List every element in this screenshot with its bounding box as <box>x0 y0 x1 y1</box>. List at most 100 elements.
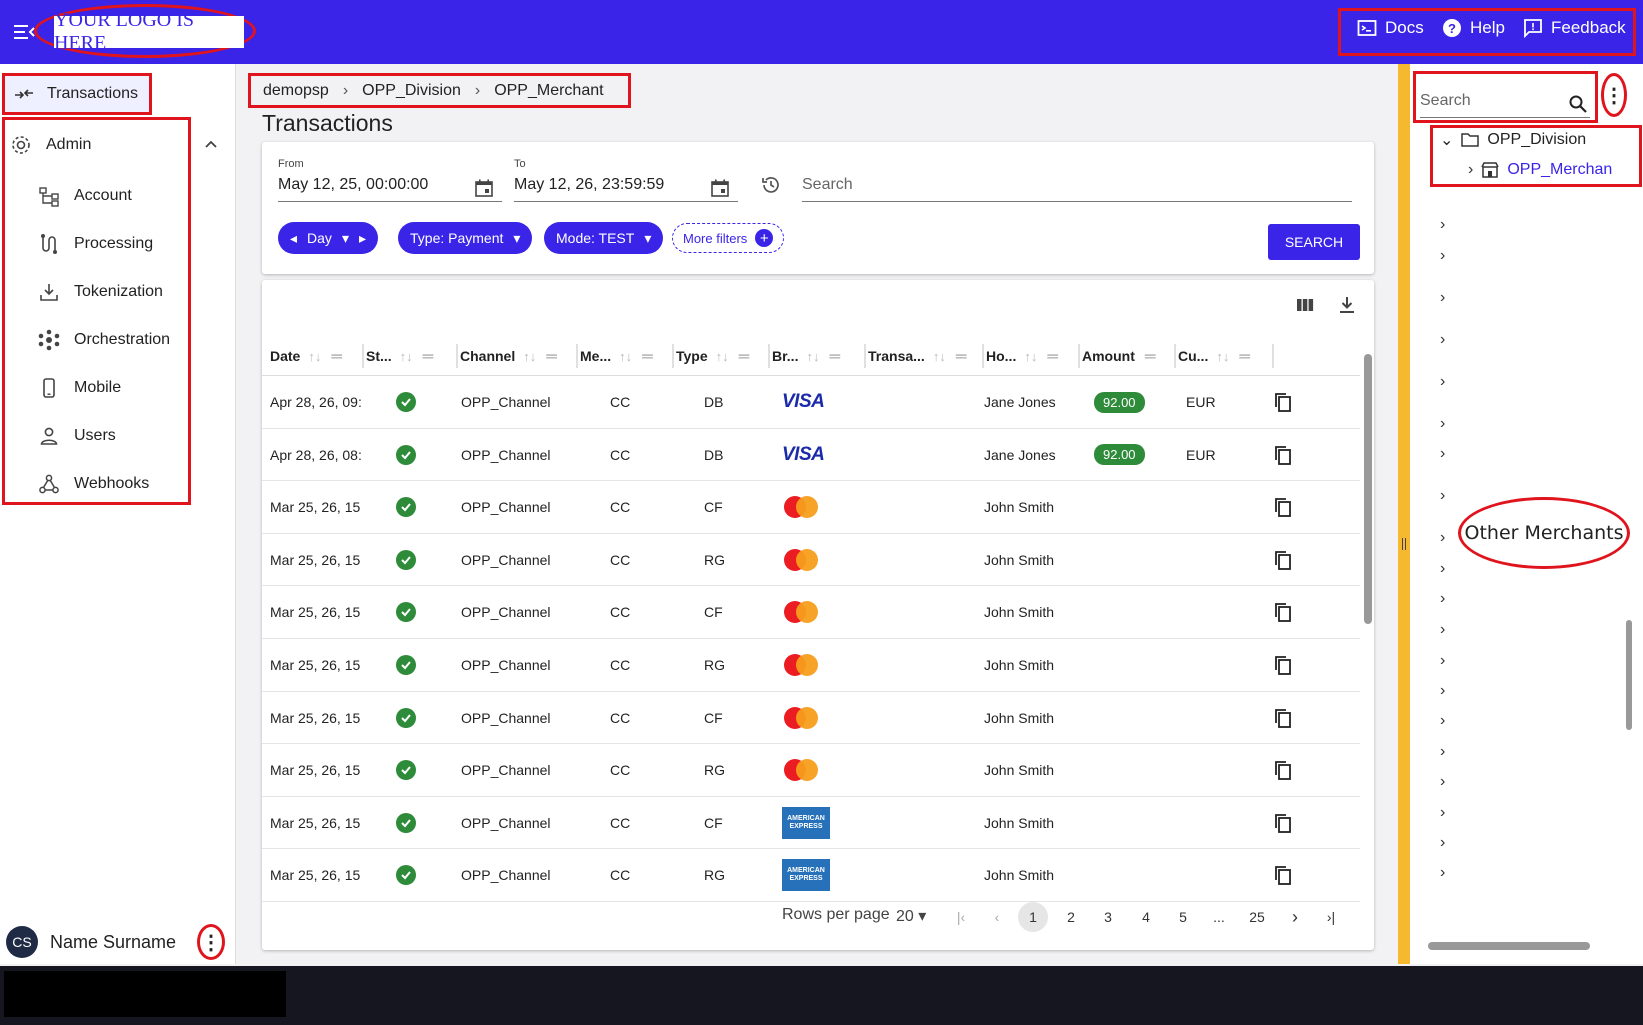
sidebar-group-admin[interactable]: Admin <box>10 130 225 160</box>
last-page-icon[interactable]: ›| <box>1316 902 1346 932</box>
sort-icon[interactable]: ↑↓ <box>619 349 632 364</box>
page-button-3[interactable]: 3 <box>1093 902 1123 932</box>
copy-icon[interactable] <box>1272 496 1294 518</box>
copy-button[interactable] <box>1272 692 1294 744</box>
column-divider[interactable] <box>1078 344 1080 368</box>
user-more-vert-icon[interactable]: ⋮ <box>197 924 225 960</box>
chevron-right-icon[interactable]: › <box>1440 590 1454 607</box>
column-divider[interactable] <box>1174 344 1176 368</box>
chevron-right-icon[interactable]: › <box>1440 560 1454 577</box>
drag-handle-icon[interactable]: ═ <box>1047 348 1058 365</box>
from-date-field[interactable]: From May 12, 25, 00:00:00 <box>278 158 502 202</box>
mode-filter-chip[interactable]: Mode: TEST ▾ <box>544 222 664 254</box>
rows-per-page-select[interactable]: 20 ▾ <box>896 906 926 926</box>
sidebar-item-orchestration[interactable]: Orchestration <box>38 325 198 355</box>
column-header-type[interactable]: Type ↑↓ ═ <box>676 336 770 376</box>
copy-button[interactable] <box>1272 744 1294 796</box>
day-filter-chip[interactable]: ◂ Day ▾ ▸ <box>278 222 378 254</box>
sidebar-item-tokenization[interactable]: Tokenization <box>38 277 198 307</box>
prev-page-icon[interactable]: ‹ <box>982 902 1012 932</box>
sidebar-item-webhooks[interactable]: Webhooks <box>38 469 198 499</box>
search-icon[interactable] <box>1568 94 1588 114</box>
drag-handle-icon[interactable]: ═ <box>331 348 342 365</box>
copy-button[interactable] <box>1272 586 1294 638</box>
tree-search-input[interactable]: Search <box>1420 92 1590 118</box>
more-filters-chip[interactable]: More filters + <box>672 223 785 253</box>
sort-icon[interactable]: ↑↓ <box>1024 349 1037 364</box>
tree-horizontal-scrollbar[interactable] <box>1428 942 1590 950</box>
drag-handle-icon[interactable]: ═ <box>1145 348 1156 365</box>
sort-icon[interactable]: ↑↓ <box>806 349 819 364</box>
drag-handle-icon[interactable]: ═ <box>956 348 967 365</box>
sort-icon[interactable]: ↑↓ <box>933 349 946 364</box>
copy-button[interactable] <box>1272 534 1294 586</box>
tree-node-merchant[interactable]: › OPP_Merchan <box>1468 161 1612 179</box>
sidebar-item-processing[interactable]: Processing <box>38 229 198 259</box>
type-filter-chip[interactable]: Type: Payment ▾ <box>398 222 533 254</box>
transaction-search-input[interactable]: Search <box>802 172 1352 202</box>
copy-button[interactable] <box>1272 797 1294 849</box>
chevron-right-icon[interactable]: › <box>1440 373 1454 390</box>
copy-icon[interactable] <box>1272 391 1294 413</box>
page-button-5[interactable]: 5 <box>1168 902 1198 932</box>
column-header-date[interactable]: Date ↑↓ ═ <box>270 336 364 376</box>
chevron-right-icon[interactable]: › <box>1440 216 1454 233</box>
chevron-up-icon[interactable] <box>201 134 221 154</box>
calendar-icon[interactable] <box>710 178 730 198</box>
table-row[interactable]: Apr 28, 26, 08: OPP_Channel CC DB VISA Jane J… <box>262 429 1360 482</box>
chevron-right-icon[interactable]: › <box>1440 743 1454 760</box>
chevron-right-icon[interactable]: › <box>1468 161 1473 179</box>
chevron-right-icon[interactable]: › <box>1440 712 1454 729</box>
breadcrumb-item-merchant[interactable]: OPP_Merchant <box>494 82 603 100</box>
table-row[interactable]: Mar 25, 26, 15 OPP_Channel CC CF AMERICAN EXP… <box>262 797 1360 850</box>
chevron-right-icon[interactable]: › <box>1440 445 1454 462</box>
column-divider[interactable] <box>864 344 866 368</box>
calendar-icon[interactable] <box>474 178 494 198</box>
history-icon[interactable] <box>760 174 782 196</box>
copy-button[interactable] <box>1272 376 1294 428</box>
breadcrumb-item-psp[interactable]: demopsp <box>263 82 329 100</box>
column-header-transaction[interactable]: Transa... ↑↓ ═ <box>868 336 984 376</box>
table-row[interactable]: Mar 25, 26, 15 OPP_Channel CC RG John Smith <box>262 639 1360 692</box>
menu-collapse-icon[interactable] <box>14 22 36 42</box>
drag-grip-icon[interactable] <box>1402 538 1406 550</box>
copy-icon[interactable] <box>1272 654 1294 676</box>
chevron-right-icon[interactable]: › <box>1440 652 1454 669</box>
to-date-field[interactable]: To May 12, 26, 23:59:59 <box>514 158 738 202</box>
drag-handle-icon[interactable]: ═ <box>829 348 840 365</box>
chevron-right-icon[interactable]: › <box>1440 331 1454 348</box>
page-button-1[interactable]: 1 <box>1018 902 1048 932</box>
table-row[interactable]: Mar 25, 26, 15 OPP_Channel CC CF John Smith <box>262 586 1360 639</box>
search-button[interactable]: SEARCH <box>1268 224 1360 260</box>
docs-link[interactable]: Docs <box>1357 18 1424 38</box>
drag-handle-icon[interactable]: ═ <box>739 348 750 365</box>
sort-icon[interactable]: ↑↓ <box>1216 349 1229 364</box>
chevron-right-icon[interactable]: › <box>1440 804 1454 821</box>
copy-icon[interactable] <box>1272 812 1294 834</box>
table-scrollbar-thumb[interactable] <box>1364 354 1372 624</box>
chevron-right-icon[interactable]: › <box>1440 247 1454 264</box>
copy-button[interactable] <box>1272 639 1294 691</box>
copy-icon[interactable] <box>1272 707 1294 729</box>
column-header-channel[interactable]: Channel ↑↓ ═ <box>460 336 578 376</box>
drag-handle-icon[interactable]: ═ <box>546 348 557 365</box>
column-header-brand[interactable]: Br... ↑↓ ═ <box>772 336 866 376</box>
chevron-right-icon[interactable]: › <box>1440 415 1454 432</box>
sidebar-item-transactions[interactable]: Transactions <box>2 73 152 115</box>
chevron-down-icon[interactable]: ⌄ <box>1440 130 1453 150</box>
chevron-right-icon[interactable]: › <box>1440 621 1454 638</box>
page-button-4[interactable]: 4 <box>1131 902 1161 932</box>
chevron-right-icon[interactable]: › <box>1440 682 1454 699</box>
column-divider[interactable] <box>456 344 458 368</box>
column-header-currency[interactable]: Cu... ↑↓ ═ <box>1178 336 1274 376</box>
chevron-right-icon[interactable]: › <box>1440 529 1454 546</box>
column-divider[interactable] <box>672 344 674 368</box>
sidebar-item-mobile[interactable]: Mobile <box>38 373 198 403</box>
copy-button[interactable] <box>1272 429 1294 481</box>
download-icon[interactable] <box>1336 294 1358 316</box>
tree-node-division[interactable]: ⌄ OPP_Division <box>1440 130 1586 150</box>
column-divider[interactable] <box>362 344 364 368</box>
column-divider[interactable] <box>576 344 578 368</box>
breadcrumb-item-division[interactable]: OPP_Division <box>362 82 461 100</box>
table-row[interactable]: Mar 25, 26, 15 OPP_Channel CC CF John Smith <box>262 481 1360 534</box>
